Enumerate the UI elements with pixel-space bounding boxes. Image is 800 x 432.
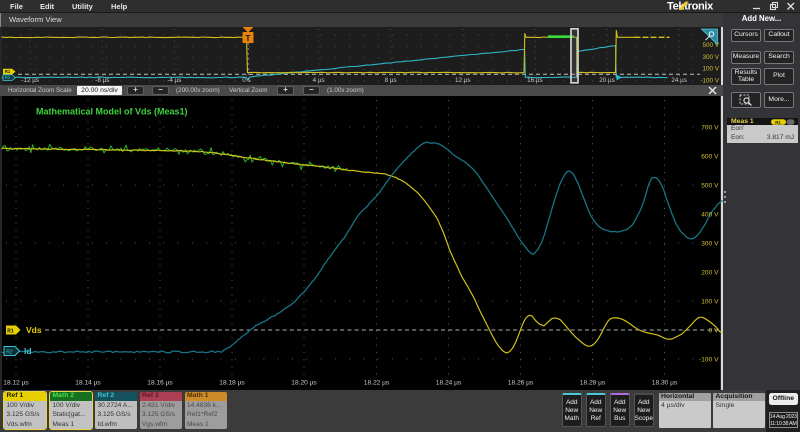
svg-text:600 V: 600 V bbox=[701, 153, 719, 160]
svg-text:24 µs: 24 µs bbox=[671, 77, 687, 84]
svg-text:300 V: 300 V bbox=[703, 54, 720, 61]
svg-text:20 µs: 20 µs bbox=[599, 77, 615, 84]
svg-text:18.26 µs: 18.26 µs bbox=[508, 380, 534, 387]
svg-text:8 µs: 8 µs bbox=[385, 77, 397, 84]
svg-text:18.12 µs: 18.12 µs bbox=[3, 380, 29, 387]
svg-text:R1: R1 bbox=[7, 328, 14, 334]
svg-text:R1: R1 bbox=[775, 119, 781, 124]
svg-text:18.30 µs: 18.30 µs bbox=[652, 380, 678, 387]
svg-text:100 V: 100 V bbox=[701, 298, 719, 305]
svg-text:18.18 µs: 18.18 µs bbox=[219, 380, 245, 387]
svg-text:-4 µs: -4 µs bbox=[167, 77, 181, 84]
svg-text:Id: Id bbox=[24, 346, 32, 356]
svg-text:100 V: 100 V bbox=[703, 66, 720, 73]
svg-text:R1: R1 bbox=[5, 69, 11, 74]
svg-text:400 V: 400 V bbox=[701, 211, 719, 218]
svg-text:R2: R2 bbox=[6, 349, 13, 355]
svg-text:Tektronix: Tektronix bbox=[667, 1, 714, 13]
svg-text:-12 µs: -12 µs bbox=[21, 77, 39, 84]
svg-text:200 V: 200 V bbox=[701, 269, 719, 276]
svg-text:T: T bbox=[246, 34, 251, 43]
svg-text:Vds: Vds bbox=[26, 325, 42, 335]
svg-text:18.14 µs: 18.14 µs bbox=[75, 380, 101, 387]
svg-text:R2: R2 bbox=[5, 75, 11, 80]
svg-text:0 s: 0 s bbox=[242, 77, 250, 84]
svg-text:16 µs: 16 µs bbox=[527, 77, 543, 84]
svg-text:18.28 µs: 18.28 µs bbox=[580, 380, 606, 387]
svg-text:-8 µs: -8 µs bbox=[95, 77, 109, 84]
svg-text:4 µs: 4 µs bbox=[313, 77, 325, 84]
svg-text:18.16 µs: 18.16 µs bbox=[147, 380, 173, 387]
svg-text:Mathematical Model of Vds (Mea: Mathematical Model of Vds (Meas1) bbox=[36, 107, 188, 117]
svg-text:18.22 µs: 18.22 µs bbox=[364, 380, 390, 387]
svg-text:18.24 µs: 18.24 µs bbox=[436, 380, 462, 387]
svg-text:0 V: 0 V bbox=[709, 327, 719, 334]
svg-text:18.20 µs: 18.20 µs bbox=[291, 380, 317, 387]
svg-text:700 V: 700 V bbox=[701, 124, 719, 131]
svg-text:500 V: 500 V bbox=[701, 182, 719, 189]
svg-text:12 µs: 12 µs bbox=[455, 77, 471, 84]
svg-text:300 V: 300 V bbox=[701, 240, 719, 247]
svg-text:-100 V: -100 V bbox=[700, 77, 719, 84]
svg-text:-100 V: -100 V bbox=[699, 356, 719, 363]
